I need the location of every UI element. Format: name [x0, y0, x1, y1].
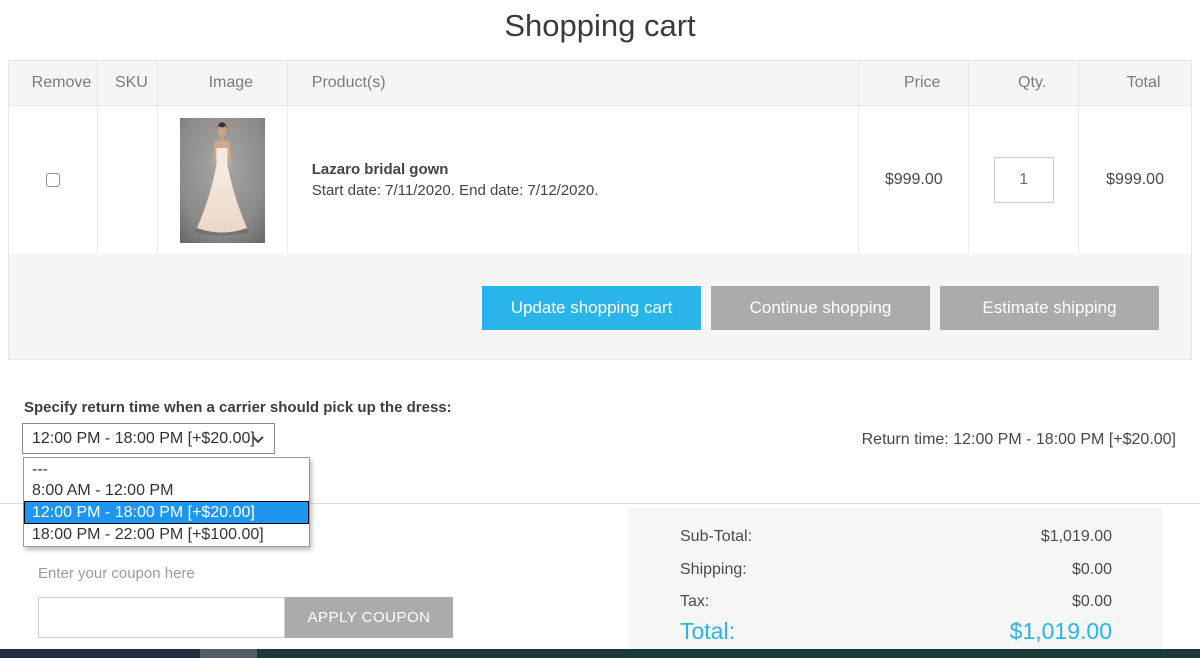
update-cart-button[interactable]: Update shopping cart [482, 286, 701, 330]
tax-label: Tax: [680, 593, 709, 611]
page-title: Shopping cart [0, 8, 1200, 44]
order-totals-panel: Sub-Total: $1,019.00 Shipping: $0.00 Tax… [628, 508, 1162, 658]
cart-item-row: Lazaro bridal gown Start date: 7/11/2020… [9, 106, 1191, 254]
header-price: Price [859, 61, 969, 105]
cart-buttons-bar: Update shopping cart Continue shopping E… [9, 254, 1191, 359]
continue-shopping-button[interactable]: Continue shopping [711, 286, 930, 330]
cart-table: Remove SKU Image Product(s) Price Qty. T… [8, 60, 1192, 360]
header-sku: SKU [98, 61, 158, 105]
return-time-select[interactable]: 12:00 PM - 18:00 PM [+$20.00] [22, 423, 275, 454]
subtotal-row: Sub-Total: $1,019.00 [680, 528, 1112, 546]
coupon-hint-text: Enter your coupon here [38, 565, 195, 582]
dropdown-option-afternoon[interactable]: 12:00 PM - 18:00 PM [+$20.00] [24, 501, 309, 524]
tax-value: $0.00 [1072, 593, 1112, 611]
remove-item-checkbox[interactable] [46, 173, 60, 187]
total-label: Total: [680, 618, 735, 645]
header-image: Image [158, 61, 288, 105]
dropdown-option-none[interactable]: --- [24, 459, 309, 480]
subtotal-value: $1,019.00 [1041, 528, 1112, 546]
return-time-summary: Return time: 12:00 PM - 18:00 PM [+$20.0… [862, 431, 1176, 449]
dropdown-option-morning[interactable]: 8:00 AM - 12:00 PM [24, 480, 309, 501]
total-value: $1,019.00 [1010, 618, 1112, 645]
return-time-selected-value: 12:00 PM - 18:00 PM [+$20.00] [32, 430, 255, 448]
coupon-code-input[interactable] [38, 597, 285, 638]
footer-bar-segment-right [257, 649, 1200, 658]
subtotal-label: Sub-Total: [680, 528, 752, 546]
dropdown-option-evening[interactable]: 18:00 PM - 22:00 PM [+$100.00] [24, 524, 309, 545]
product-name-link[interactable]: Lazaro bridal gown [312, 161, 599, 178]
footer-bar-segment-left [0, 649, 200, 658]
header-remove: Remove [9, 61, 98, 105]
return-time-dropdown-list: --- 8:00 AM - 12:00 PM 12:00 PM - 18:00 … [23, 457, 310, 547]
shipping-label: Shipping: [680, 561, 747, 579]
shipping-row: Shipping: $0.00 [680, 561, 1112, 579]
apply-coupon-button[interactable]: APPLY COUPON [285, 597, 453, 638]
header-qty: Qty. [969, 61, 1079, 105]
estimate-shipping-button[interactable]: Estimate shipping [940, 286, 1159, 330]
unit-price: $999.00 [885, 171, 943, 189]
header-products: Product(s) [288, 61, 859, 105]
return-time-label: Specify return time when a carrier shoul… [24, 399, 452, 416]
sku-cell [98, 106, 158, 254]
quantity-input[interactable] [994, 157, 1054, 203]
shopping-cart-page: Shopping cart Remove SKU Image Product(s… [0, 0, 1200, 658]
cart-table-header: Remove SKU Image Product(s) Price Qty. T… [9, 61, 1191, 106]
header-total: Total [1079, 61, 1191, 105]
footer-bar-segment-middle [200, 649, 257, 658]
product-image[interactable] [180, 118, 265, 243]
shipping-value: $0.00 [1072, 561, 1112, 579]
line-total: $999.00 [1106, 171, 1164, 189]
rental-dates: Start date: 7/11/2020. End date: 7/12/20… [312, 182, 599, 199]
tax-row: Tax: $0.00 [680, 593, 1112, 611]
total-row: Total: $1,019.00 [680, 618, 1112, 645]
